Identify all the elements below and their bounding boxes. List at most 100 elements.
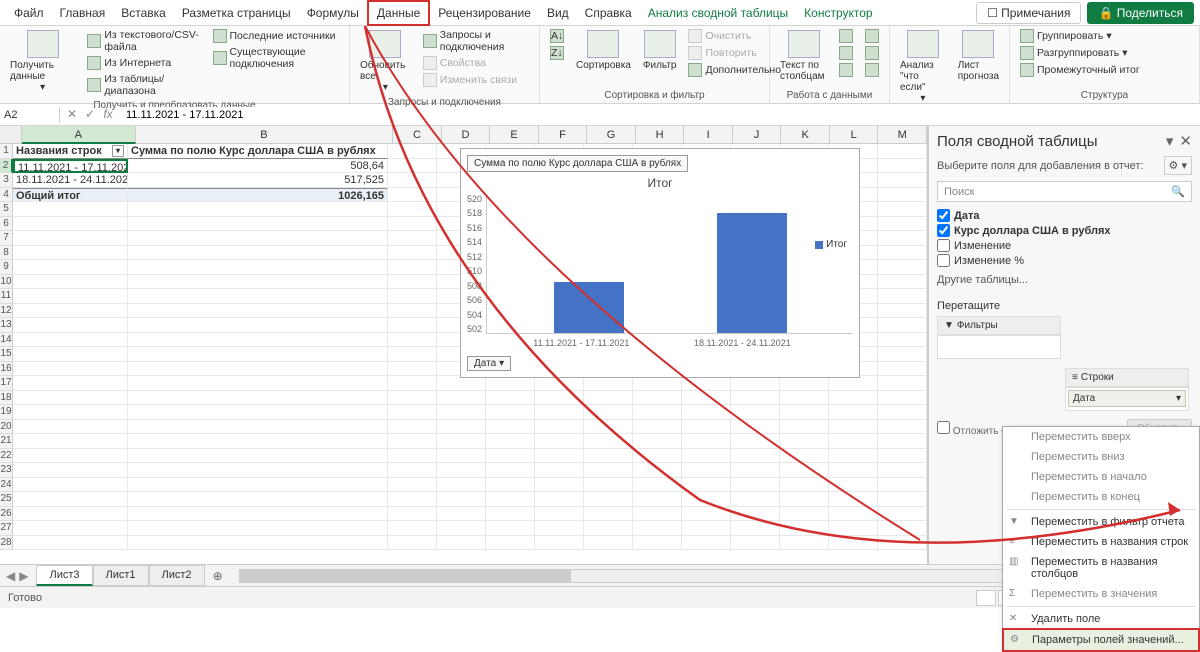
cell[interactable] bbox=[780, 492, 829, 507]
cell[interactable] bbox=[682, 492, 731, 507]
cell[interactable] bbox=[437, 521, 486, 536]
col-header-F[interactable]: F bbox=[539, 126, 588, 144]
cell[interactable] bbox=[128, 304, 388, 319]
cell[interactable] bbox=[13, 521, 128, 536]
row-header-8[interactable]: 8 bbox=[0, 246, 13, 261]
cell[interactable] bbox=[486, 536, 535, 551]
menu-review[interactable]: Рецензирование bbox=[430, 2, 539, 24]
context-menu-item[interactable]: ✕Удалить поле bbox=[1003, 609, 1199, 629]
cell[interactable] bbox=[388, 231, 437, 246]
cell[interactable] bbox=[13, 202, 128, 217]
cell[interactable] bbox=[829, 434, 878, 449]
col-header-G[interactable]: G bbox=[587, 126, 636, 144]
cell[interactable] bbox=[535, 376, 584, 391]
menu-insert[interactable]: Вставка bbox=[113, 2, 174, 24]
cell[interactable] bbox=[486, 492, 535, 507]
cell[interactable] bbox=[682, 434, 731, 449]
row-header-6[interactable]: 6 bbox=[0, 217, 13, 232]
cell[interactable] bbox=[878, 246, 927, 261]
share-button[interactable]: 🔒 Поделиться bbox=[1087, 2, 1194, 24]
cell[interactable] bbox=[437, 434, 486, 449]
row-header-22[interactable]: 22 bbox=[0, 449, 13, 464]
cell[interactable] bbox=[486, 420, 535, 435]
cell[interactable] bbox=[128, 333, 388, 348]
sheet-tab[interactable]: Лист1 bbox=[93, 565, 149, 586]
cell[interactable] bbox=[878, 304, 927, 319]
sort-za-button[interactable]: Z↓ bbox=[546, 45, 568, 61]
cell[interactable] bbox=[584, 478, 633, 493]
cell[interactable] bbox=[128, 289, 388, 304]
filter-button[interactable]: Фильтр bbox=[639, 28, 681, 73]
from-range-button[interactable]: Из таблицы/диапазона bbox=[83, 72, 204, 98]
cell[interactable] bbox=[388, 376, 437, 391]
cell[interactable] bbox=[682, 405, 731, 420]
cell[interactable] bbox=[486, 478, 535, 493]
cell[interactable] bbox=[486, 449, 535, 464]
cell[interactable] bbox=[128, 362, 388, 377]
cell[interactable] bbox=[633, 507, 682, 522]
cell[interactable] bbox=[128, 536, 388, 551]
cell[interactable] bbox=[486, 463, 535, 478]
cell[interactable] bbox=[633, 434, 682, 449]
menu-file[interactable]: Файл bbox=[6, 2, 52, 24]
cell[interactable] bbox=[128, 260, 388, 275]
cell[interactable] bbox=[584, 507, 633, 522]
cell[interactable] bbox=[878, 159, 927, 174]
refresh-all-button[interactable]: Обновить все ▾ bbox=[356, 28, 415, 95]
cell[interactable] bbox=[780, 507, 829, 522]
text-to-cols-button[interactable]: Текст по столбцам bbox=[776, 28, 831, 84]
cell[interactable] bbox=[388, 144, 437, 159]
spreadsheet-grid[interactable]: ABCDEFGHIJKLM 12345678910111213141516171… bbox=[0, 126, 928, 564]
cell[interactable] bbox=[437, 376, 486, 391]
cell[interactable] bbox=[13, 478, 128, 493]
cell[interactable] bbox=[437, 420, 486, 435]
cell[interactable] bbox=[633, 391, 682, 406]
col-header-L[interactable]: L bbox=[830, 126, 879, 144]
cell[interactable] bbox=[128, 434, 388, 449]
other-tables-link[interactable]: Другие таблицы... bbox=[937, 274, 1192, 286]
from-web-button[interactable]: Из Интернета bbox=[83, 55, 204, 71]
col-header-A[interactable]: A bbox=[22, 126, 136, 144]
cell[interactable] bbox=[878, 202, 927, 217]
cell[interactable] bbox=[388, 304, 437, 319]
cell[interactable] bbox=[878, 391, 927, 406]
cell[interactable] bbox=[584, 391, 633, 406]
context-menu-item[interactable]: ≡Переместить в названия строк bbox=[1003, 532, 1199, 552]
cell[interactable] bbox=[13, 492, 128, 507]
cell[interactable] bbox=[128, 463, 388, 478]
rows-zone-item[interactable]: Дата▾ bbox=[1068, 390, 1186, 407]
name-box[interactable]: A2 bbox=[0, 107, 60, 123]
cell[interactable] bbox=[388, 391, 437, 406]
cell[interactable] bbox=[829, 391, 878, 406]
col-header-E[interactable]: E bbox=[490, 126, 539, 144]
chart-axis-field-button[interactable]: Дата ▾ bbox=[467, 356, 511, 371]
group-button[interactable]: Группировать ▾ bbox=[1016, 28, 1144, 44]
cell[interactable] bbox=[829, 492, 878, 507]
cell[interactable] bbox=[780, 405, 829, 420]
menu-data[interactable]: Данные bbox=[367, 0, 430, 26]
cell[interactable] bbox=[780, 420, 829, 435]
cell[interactable] bbox=[780, 478, 829, 493]
remove-dup-button[interactable] bbox=[835, 45, 857, 61]
cell[interactable] bbox=[388, 173, 437, 188]
cell[interactable] bbox=[13, 289, 128, 304]
pivot-field-item[interactable]: Изменение bbox=[937, 238, 1192, 253]
cell[interactable] bbox=[878, 173, 927, 188]
cell[interactable] bbox=[682, 521, 731, 536]
cell[interactable] bbox=[128, 478, 388, 493]
col-header-H[interactable]: H bbox=[636, 126, 685, 144]
cell[interactable] bbox=[486, 521, 535, 536]
cell[interactable] bbox=[388, 289, 437, 304]
cell[interactable] bbox=[128, 318, 388, 333]
forecast-sheet-button[interactable]: Лист прогноза bbox=[954, 28, 1003, 84]
row-header-19[interactable]: 19 bbox=[0, 405, 13, 420]
cell[interactable] bbox=[128, 492, 388, 507]
cell[interactable] bbox=[731, 521, 780, 536]
cell[interactable]: 18.11.2021 - 24.11.2021 bbox=[13, 173, 128, 188]
col-header-J[interactable]: J bbox=[733, 126, 782, 144]
cell[interactable] bbox=[128, 391, 388, 406]
cell[interactable] bbox=[535, 463, 584, 478]
cell[interactable] bbox=[128, 507, 388, 522]
cell[interactable] bbox=[388, 246, 437, 261]
cell[interactable] bbox=[388, 202, 437, 217]
